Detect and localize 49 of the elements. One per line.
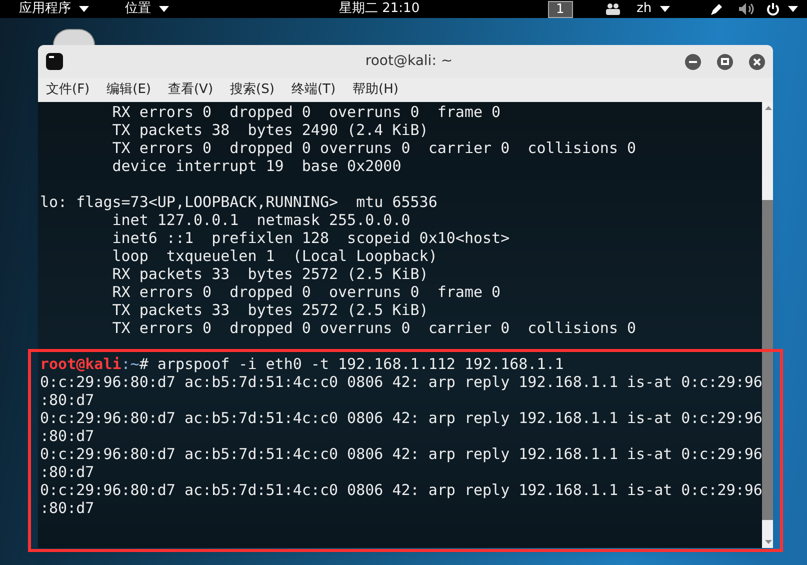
pen-icon[interactable] [710, 2, 724, 16]
prompt-path: :~ [121, 355, 140, 373]
terminal-line: inet6 ::1 prefixlen 128 scopeid 0x10<host> [111, 229, 510, 247]
caret-icon [788, 6, 798, 12]
volume-icon[interactable] [738, 2, 756, 16]
prompt-user: root@kali [40, 355, 122, 373]
terminal-line: TX errors 0 dropped 0 overruns 0 carrier 0 collisions 0 [111, 139, 636, 157]
terminal-line: :80:d7 [40, 391, 94, 409]
terminal-line: TX packets 33 bytes 2572 (2.5 KiB) [111, 301, 428, 319]
terminal-icon [46, 53, 63, 70]
terminal-line: lo: flags=73<UP,LOOPBACK,RUNNING> mtu 65536 [40, 193, 438, 211]
terminal-line: RX errors 0 dropped 0 overruns 0 frame 0 [111, 103, 501, 121]
terminal-line: TX packets 38 bytes 2490 (2.4 KiB) [111, 121, 428, 139]
menu-item[interactable]: 文件(F) [46, 80, 90, 100]
terminal-command: # arpspoof -i eth0 -t 192.168.1.112 192.168.1.1 [139, 355, 564, 373]
terminal-line: :80:d7 [40, 427, 94, 445]
top-bar-menu[interactable]: 应用程序 [19, 0, 125, 19]
menu-item[interactable]: 终端(T) [291, 80, 336, 100]
terminal-line: 0:c:29:96:80:d7 ac:b5:7d:51:4c:c0 0806 42: arp reply 192.168.1.1 is-at 0:c:29:96 [40, 481, 762, 499]
workspace-indicator[interactable]: 1 [548, 0, 573, 18]
maximize-button[interactable] [717, 54, 733, 70]
clock[interactable]: 星期二 21:10 [339, 0, 420, 19]
language-menu[interactable]: zh [636, 0, 670, 19]
terminal-line: loop txqueuelen 1 (Local Loopback) [111, 247, 438, 265]
terminal-line: RX packets 33 bytes 2572 (2.5 KiB) [111, 265, 428, 283]
menu-item[interactable]: 搜索(S) [230, 80, 274, 100]
menu-item[interactable]: 编辑(E) [106, 80, 151, 100]
caret-icon [159, 6, 169, 12]
minimize-button[interactable] [685, 54, 701, 70]
window-title: root@kali: ~ [364, 52, 453, 71]
people-icon[interactable] [604, 3, 621, 15]
power-icon[interactable] [766, 2, 780, 16]
caret-icon [79, 6, 89, 12]
close-button[interactable] [749, 54, 765, 70]
terminal-line: TX errors 0 dropped 0 overruns 0 carrier 0 collisions 0 [111, 319, 636, 337]
terminal-line: inet 127.0.0.1 netmask 255.0.0.0 [111, 211, 410, 229]
terminal-line: device interrupt 19 base 0x2000 [111, 157, 402, 175]
scrollbar[interactable] [762, 102, 773, 548]
menu-item[interactable]: 帮助(H) [352, 80, 398, 100]
terminal-line: :80:d7 [40, 499, 94, 517]
menu-item[interactable]: 查看(V) [168, 80, 214, 100]
terminal-line: :80:d7 [40, 463, 94, 481]
top-bar-menu[interactable]: 位置 [125, 0, 169, 19]
caret-icon [660, 6, 670, 12]
terminal-line: 0:c:29:96:80:d7 ac:b5:7d:51:4c:c0 0806 42: arp reply 192.168.1.1 is-at 0:c:29:96 [40, 409, 762, 427]
scrollbar-thumb[interactable] [762, 200, 773, 520]
terminal-line: 0:c:29:96:80:d7 ac:b5:7d:51:4c:c0 0806 42: arp reply 192.168.1.1 is-at 0:c:29:96 [40, 445, 762, 463]
terminal-line: RX errors 0 dropped 0 overruns 0 frame 0 [111, 283, 501, 301]
terminal-line: 0:c:29:96:80:d7 ac:b5:7d:51:4c:c0 0806 42: arp reply 192.168.1.1 is-at 0:c:29:96 [40, 373, 762, 391]
